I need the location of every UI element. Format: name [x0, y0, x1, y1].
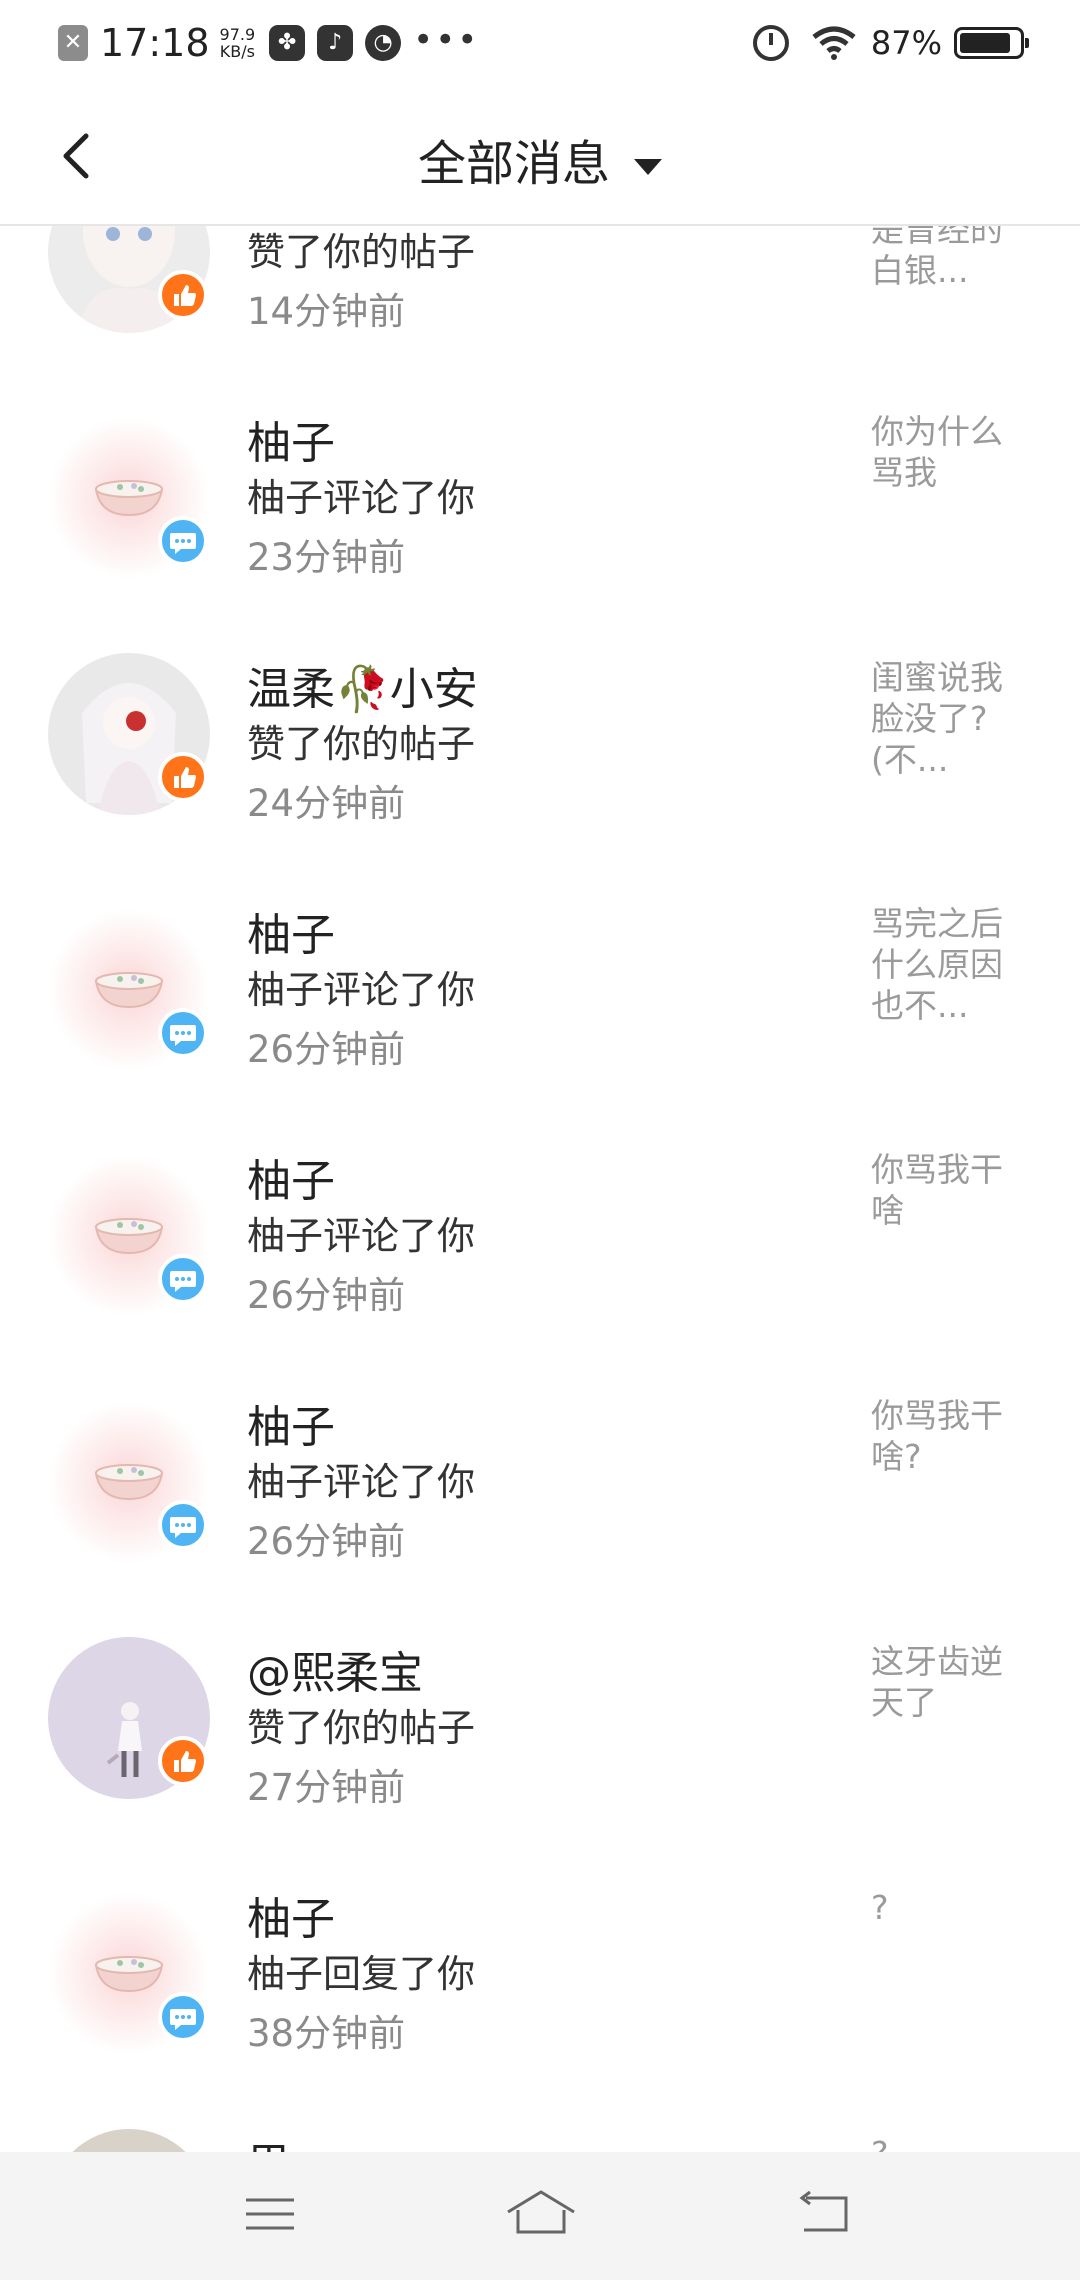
list-item[interactable]: 柚子 柚子评论了你 26分钟前 你骂我干啥? [0, 1385, 1080, 1631]
status-time: 17:18 [100, 21, 210, 65]
like-badge-icon [158, 270, 208, 320]
chat-app-icon: ◔ [365, 25, 402, 61]
back-icon[interactable] [796, 2182, 852, 2246]
message-action: 赞了你的帖子 [247, 722, 476, 766]
message-sender[interactable]: 柚子 [247, 1145, 335, 1209]
message-sender[interactable]: 温柔🥀小安 [247, 653, 478, 717]
list-item[interactable]: 柚子 柚子评论了你 23分钟前 你为什么骂我 [0, 401, 1080, 647]
close-notification-icon: ✕ [58, 25, 88, 61]
message-action: 柚子评论了你 [247, 1460, 476, 1504]
message-preview: ? [871, 1888, 889, 1927]
comment-badge-icon [158, 1992, 208, 2042]
message-preview: 你为什么骂我 [871, 412, 1003, 492]
filter-dropdown[interactable]: 全部消息 [0, 124, 1080, 194]
pinwheel-app-icon: ✤ [269, 25, 306, 61]
menu-icon[interactable] [244, 2182, 296, 2246]
message-action: 赞了你的帖子 [247, 230, 476, 274]
message-time: 26分钟前 [247, 1028, 406, 1071]
comment-badge-icon [158, 1008, 208, 1058]
wifi-icon [811, 25, 857, 61]
message-sender[interactable]: 柚子 [247, 1883, 335, 1947]
message-preview: 你骂我干啥? [871, 1396, 1003, 1476]
home-icon[interactable] [504, 2182, 578, 2246]
message-preview: 这牙齿逆天了 [871, 1642, 1003, 1722]
like-badge-icon [158, 1736, 208, 1786]
like-badge-icon [158, 752, 208, 802]
list-item[interactable]: 柚子 柚子评论了你 26分钟前 骂完之后什么原因也不... [0, 893, 1080, 1139]
message-action: 赞了你的帖子 [247, 1706, 476, 1750]
message-action: 柚子评论了你 [247, 1214, 476, 1258]
top-bar: 全部消息 [0, 86, 1080, 226]
message-preview: 你骂我干啥 [871, 1150, 1003, 1230]
comment-badge-icon [158, 516, 208, 566]
message-time: 14分钟前 [247, 290, 406, 333]
message-time: 23分钟前 [247, 536, 406, 579]
message-time: 38分钟前 [247, 2012, 406, 2055]
more-notifications-icon: ••• [413, 20, 480, 60]
message-time: 27分钟前 [247, 1766, 406, 1809]
comment-badge-icon [158, 1500, 208, 1550]
system-nav-bar [0, 2152, 1080, 2280]
message-list: 赞了你的帖子 14分钟前 是曾经的白银... 柚子 柚子评论了你 23分钟前 你… [0, 0, 1080, 2280]
network-speed: 97.9 KB/s [220, 26, 256, 60]
status-bar: ✕ 17:18 97.9 KB/s ✤ ♪ ◔ ••• 87% [0, 0, 1080, 86]
battery-level [960, 33, 1011, 53]
message-action: 柚子评论了你 [247, 968, 476, 1012]
battery-percent: 87% [870, 24, 942, 62]
network-speed-value: 97.9 [219, 25, 256, 44]
music-app-icon: ♪ [317, 25, 354, 61]
message-sender[interactable]: 柚子 [247, 1391, 335, 1455]
message-preview: 骂完之后什么原因也不... [871, 904, 1003, 1025]
list-item[interactable]: 柚子 柚子评论了你 26分钟前 你骂我干啥 [0, 1139, 1080, 1385]
message-sender[interactable]: @熙柔宝 [247, 1637, 423, 1701]
list-item[interactable]: @熙柔宝 赞了你的帖子 27分钟前 这牙齿逆天了 [0, 1631, 1080, 1877]
network-speed-unit: KB/s [219, 42, 255, 61]
message-preview: 闺蜜说我脸没了?(不... [871, 658, 1003, 779]
message-sender[interactable]: 柚子 [247, 407, 335, 471]
page-title: 全部消息 [417, 136, 610, 192]
comment-badge-icon [158, 1254, 208, 1304]
message-time: 24分钟前 [247, 782, 406, 825]
message-action: 柚子回复了你 [247, 1952, 476, 1996]
list-item[interactable]: 柚子 柚子回复了你 38分钟前 ? [0, 1877, 1080, 2123]
alarm-icon [752, 25, 789, 61]
message-time: 26分钟前 [247, 1274, 406, 1317]
message-action: 柚子评论了你 [247, 476, 476, 520]
battery-icon [954, 27, 1029, 59]
list-item[interactable]: 温柔🥀小安 赞了你的帖子 24分钟前 闺蜜说我脸没了?(不... [0, 647, 1080, 893]
message-time: 26分钟前 [247, 1520, 406, 1563]
message-sender[interactable]: 柚子 [247, 899, 335, 963]
caret-down-icon [634, 159, 662, 175]
